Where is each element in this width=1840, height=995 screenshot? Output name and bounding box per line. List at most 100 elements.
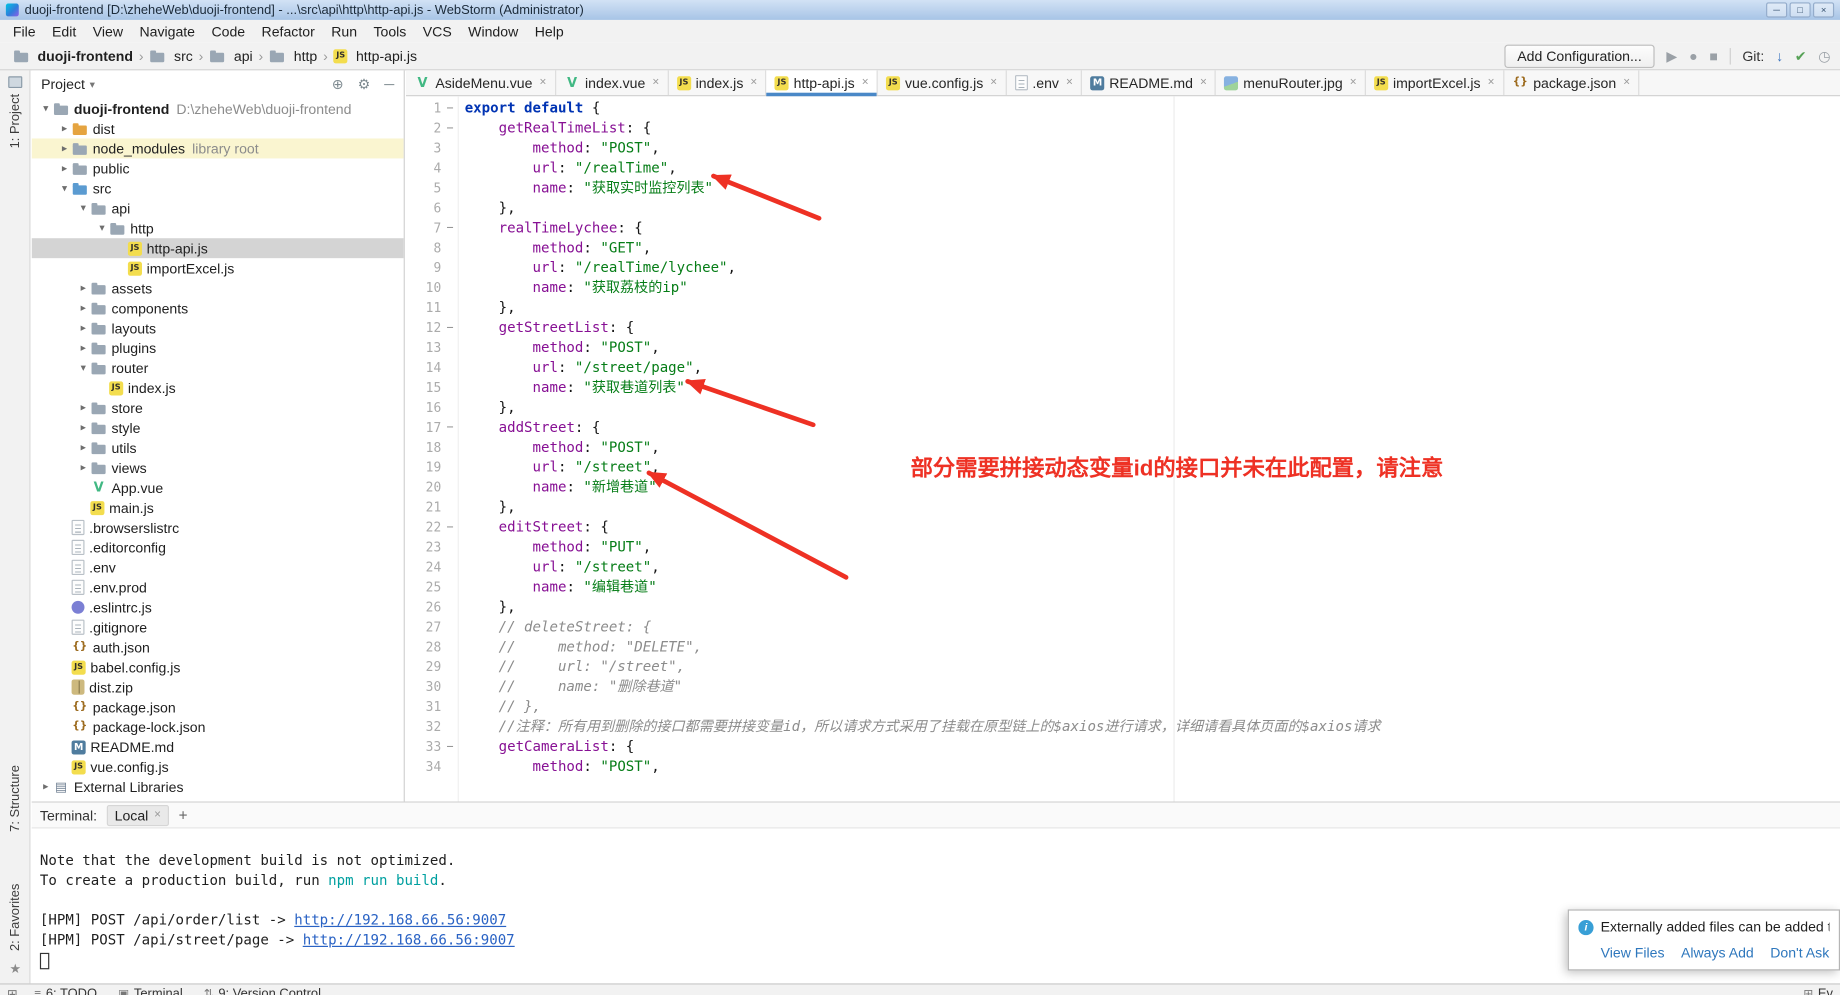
stripe-structure-button[interactable]: 7: Structure: [8, 765, 22, 832]
chevron-right-icon[interactable]: ▸: [58, 142, 72, 155]
fold-marker-icon[interactable]: −: [441, 318, 459, 338]
tree-item-plugins[interactable]: ▸plugins: [32, 338, 404, 358]
stripe-project-button[interactable]: 1: Project: [8, 94, 22, 149]
close-icon[interactable]: ×: [652, 76, 659, 89]
stop-icon[interactable]: ■: [1709, 49, 1718, 63]
tab-readme-md[interactable]: MREADME.md×: [1082, 70, 1216, 95]
code-line-27[interactable]: 27 // deleteStreet: {: [406, 617, 1840, 637]
new-terminal-icon[interactable]: +: [179, 806, 188, 824]
code-line-31[interactable]: 31 // },: [406, 697, 1840, 717]
fold-marker-icon[interactable]: −: [441, 218, 459, 238]
git-update-icon[interactable]: ↓: [1776, 49, 1783, 63]
statusbar-event-log[interactable]: ⊞Ev: [1803, 987, 1833, 995]
chevron-right-icon[interactable]: ▸: [76, 282, 90, 295]
chevron-right-icon[interactable]: ▸: [39, 780, 53, 793]
tab-vue-config-js[interactable]: JSvue.config.js×: [878, 70, 1007, 95]
tool-windows-icon[interactable]: ⊞: [7, 987, 18, 995]
code-line-2[interactable]: 2− getRealTimeList: {: [406, 119, 1840, 139]
code-line-30[interactable]: 30 // name: "删除巷道": [406, 677, 1840, 697]
tab-importexcel-js[interactable]: JSimportExcel.js×: [1366, 70, 1504, 95]
code-line-17[interactable]: 17− addStreet: {: [406, 418, 1840, 438]
tree-item-editorconfig[interactable]: .editorconfig: [32, 537, 404, 557]
tab-menurouter-jpg[interactable]: menuRouter.jpg×: [1216, 70, 1366, 95]
tree-item-babel-config-js[interactable]: JSbabel.config.js: [32, 657, 404, 677]
close-icon[interactable]: ×: [1488, 76, 1495, 89]
tree-item-auth-json[interactable]: {}auth.json: [32, 637, 404, 657]
code-line-19[interactable]: 19 url: "/street",: [406, 458, 1840, 478]
code-line-12[interactable]: 12− getStreetList: {: [406, 318, 1840, 338]
tree-item-views[interactable]: ▸views: [32, 458, 404, 478]
code-line-1[interactable]: 1−export default {: [406, 99, 1840, 119]
statusbar-todo[interactable]: ≡6: TODO: [34, 987, 97, 995]
breadcrumb-item-duoji-frontend[interactable]: duoji-frontend: [9, 46, 136, 65]
tree-item-readme-md[interactable]: MREADME.md: [32, 737, 404, 757]
menu-view[interactable]: View: [85, 21, 132, 42]
close-icon[interactable]: ×: [539, 76, 546, 89]
locate-file-icon[interactable]: ⊕: [332, 76, 344, 92]
code-line-18[interactable]: 18 method: "POST",: [406, 438, 1840, 458]
terminal-tab-local[interactable]: Local ×: [106, 804, 169, 825]
tab-asidemenu-vue[interactable]: VAsideMenu.vue×: [406, 70, 556, 95]
code-editor[interactable]: 1−export default {2− getRealTimeList: {3…: [406, 96, 1840, 801]
chevron-right-icon[interactable]: ▸: [76, 401, 90, 414]
fold-marker-icon[interactable]: −: [441, 737, 459, 757]
close-icon[interactable]: ×: [862, 76, 869, 89]
code-line-29[interactable]: 29 // url: "/street",: [406, 657, 1840, 677]
tree-item-store[interactable]: ▸store: [32, 398, 404, 418]
menu-window[interactable]: Window: [460, 21, 527, 42]
tree-item-env[interactable]: .env: [32, 557, 404, 577]
project-panel-title[interactable]: Project: [41, 76, 85, 92]
tree-item-env-prod[interactable]: .env.prod: [32, 577, 404, 597]
code-line-11[interactable]: 11 },: [406, 298, 1840, 318]
chevron-right-icon[interactable]: ▸: [76, 421, 90, 434]
menu-navigate[interactable]: Navigate: [131, 21, 203, 42]
chevron-right-icon[interactable]: ▸: [58, 162, 72, 175]
tab-index-js[interactable]: JSindex.js×: [669, 70, 767, 95]
tree-item-layouts[interactable]: ▸layouts: [32, 318, 404, 338]
favorites-star-icon[interactable]: ★: [9, 962, 21, 977]
chevron-down-icon[interactable]: ▾: [39, 102, 53, 115]
tree-item-node-modules[interactable]: ▸node_moduleslibrary root: [32, 138, 404, 158]
code-line-23[interactable]: 23 method: "PUT",: [406, 537, 1840, 557]
tree-item-browserslistrc[interactable]: .browserslistrc: [32, 518, 404, 538]
tree-item-package-json[interactable]: {}package.json: [32, 697, 404, 717]
close-icon[interactable]: ×: [154, 809, 161, 822]
code-line-3[interactable]: 3 method: "POST",: [406, 138, 1840, 158]
gear-icon[interactable]: ⚙: [358, 76, 371, 92]
breadcrumb-item-src[interactable]: src: [146, 46, 196, 65]
chevron-right-icon[interactable]: ▸: [76, 461, 90, 474]
chevron-right-icon[interactable]: ▸: [58, 122, 72, 135]
code-line-13[interactable]: 13 method: "POST",: [406, 338, 1840, 358]
code-line-10[interactable]: 10 name: "获取荔枝的ip": [406, 278, 1840, 298]
tree-item-style[interactable]: ▸style: [32, 418, 404, 438]
tree-item-utils[interactable]: ▸utils: [32, 438, 404, 458]
run-icon[interactable]: ▶: [1666, 49, 1677, 63]
chevron-down-icon[interactable]: ▾: [76, 361, 90, 374]
tree-item-dist-zip[interactable]: dist.zip: [32, 677, 404, 697]
close-icon[interactable]: ×: [1623, 76, 1630, 89]
notification-action-view-files[interactable]: View Files: [1601, 945, 1665, 961]
menu-refactor[interactable]: Refactor: [253, 21, 323, 42]
hide-panel-icon[interactable]: ─: [384, 76, 394, 92]
breadcrumb-item-api[interactable]: api: [206, 46, 256, 65]
close-icon[interactable]: ×: [750, 76, 757, 89]
close-icon[interactable]: ×: [1066, 76, 1073, 89]
code-line-15[interactable]: 15 name: "获取巷道列表": [406, 378, 1840, 398]
tree-item-vue-config-js[interactable]: JSvue.config.js: [32, 757, 404, 777]
code-line-33[interactable]: 33− getCameraList: {: [406, 737, 1840, 757]
git-commit-icon[interactable]: ✔: [1795, 49, 1807, 63]
code-line-16[interactable]: 16 },: [406, 398, 1840, 418]
maximize-button[interactable]: □: [1790, 2, 1811, 17]
tree-item-importexcel-js[interactable]: JSimportExcel.js: [32, 258, 404, 278]
menu-help[interactable]: Help: [526, 21, 571, 42]
stripe-favorites-button[interactable]: 2: Favorites: [8, 884, 22, 951]
tree-item-src[interactable]: ▾src: [32, 178, 404, 198]
notification-action-don-t-ask-agai[interactable]: Don't Ask Agai: [1770, 945, 1829, 961]
tree-item-index-js[interactable]: JSindex.js: [32, 378, 404, 398]
tree-item-gitignore[interactable]: .gitignore: [32, 617, 404, 637]
terminal-link[interactable]: http://192.168.66.56:9007: [294, 912, 506, 928]
breadcrumb-item-http[interactable]: http: [266, 46, 321, 65]
tree-item-duoji-frontend[interactable]: ▾duoji-frontendD:\zheheWeb\duoji-fronten…: [32, 99, 404, 119]
code-line-9[interactable]: 9 url: "/realTime/lychee",: [406, 258, 1840, 278]
tab-package-json[interactable]: {}package.json×: [1504, 70, 1640, 95]
